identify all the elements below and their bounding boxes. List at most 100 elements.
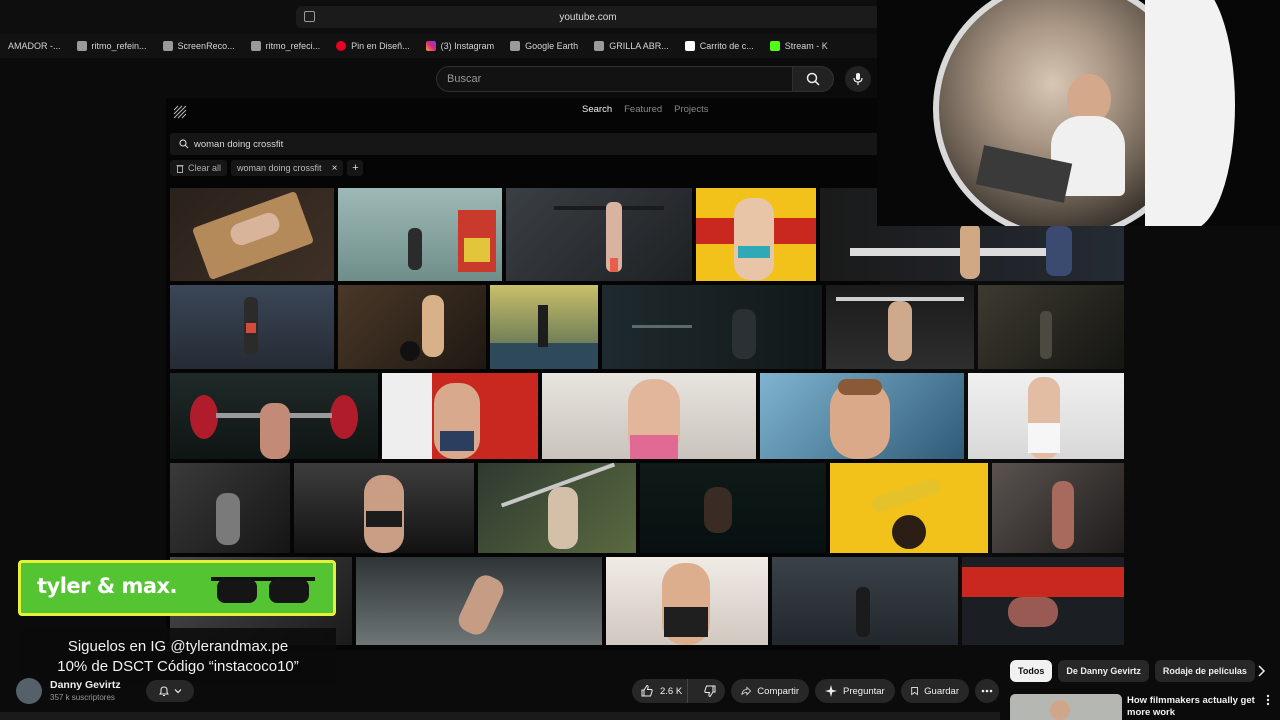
result-thumbnail[interactable] bbox=[478, 463, 636, 553]
add-filter-button[interactable]: + bbox=[347, 160, 364, 176]
channel-name[interactable]: Danny Gevirtz bbox=[50, 679, 121, 691]
bookmark-label: Carrito de c... bbox=[699, 41, 754, 51]
result-thumbnail[interactable] bbox=[490, 285, 598, 369]
bookmark-item[interactable]: (3) Instagram bbox=[418, 34, 503, 58]
microphone-icon bbox=[853, 73, 863, 85]
globe-icon bbox=[594, 41, 605, 51]
sponsor-banner: tyler & max. bbox=[18, 560, 336, 616]
result-thumbnail[interactable] bbox=[978, 285, 1124, 369]
result-thumbnail[interactable] bbox=[602, 285, 822, 369]
globe-icon bbox=[162, 41, 173, 51]
ask-label: Preguntar bbox=[843, 685, 885, 697]
ask-button[interactable]: Preguntar bbox=[815, 679, 895, 703]
result-thumbnail[interactable] bbox=[294, 463, 474, 553]
bell-icon bbox=[159, 686, 169, 696]
webcam-overlay bbox=[877, 0, 1280, 226]
browser-top-bar: youtube.com bbox=[0, 0, 880, 34]
chip-from-channel[interactable]: De Danny Gevirtz bbox=[1058, 660, 1149, 682]
related-filter-chips: Todos De Danny Gevirtz Rodaje de películ… bbox=[1010, 660, 1255, 682]
result-thumbnail[interactable] bbox=[356, 557, 602, 645]
result-thumbnail[interactable] bbox=[170, 188, 334, 281]
amazon-icon bbox=[684, 41, 695, 51]
chip-all[interactable]: Todos bbox=[1010, 660, 1053, 682]
bookmark-item[interactable]: AMADOR -... bbox=[0, 34, 69, 58]
bookmark-item[interactable]: Stream - K bbox=[762, 34, 836, 58]
bookmark-label: AMADOR -... bbox=[8, 41, 61, 51]
recommended-video-thumbnail[interactable] bbox=[1010, 694, 1122, 720]
sponsor-caption: Siguelos en IG @tylerandmax.pe 10% de DS… bbox=[20, 628, 336, 686]
bookmark-icon bbox=[911, 687, 918, 696]
more-actions-button[interactable] bbox=[975, 679, 999, 703]
description-box[interactable] bbox=[0, 712, 1000, 720]
filter-bar: Clear all woman doing crossfit × + bbox=[170, 160, 364, 176]
address-bar[interactable]: youtube.com bbox=[296, 6, 880, 28]
result-thumbnail[interactable] bbox=[830, 463, 988, 553]
sponsor-logo: tyler & max. bbox=[37, 574, 178, 598]
bookmarks-bar: AMADOR -... ritmo_refein... ScreenReco..… bbox=[0, 34, 880, 58]
dislike-button[interactable] bbox=[694, 679, 725, 703]
bookmark-item[interactable]: GRILLA ABR... bbox=[586, 34, 677, 58]
more-vertical-icon[interactable] bbox=[1266, 694, 1270, 706]
bookmark-item[interactable]: Carrito de c... bbox=[677, 34, 762, 58]
search-input[interactable]: Buscar bbox=[436, 66, 792, 92]
notifications-button[interactable] bbox=[146, 680, 194, 702]
result-thumbnail[interactable] bbox=[542, 373, 756, 459]
result-thumbnail[interactable] bbox=[338, 188, 502, 281]
bookmark-label: ritmo_refein... bbox=[91, 41, 147, 51]
clear-all-button[interactable]: Clear all bbox=[170, 160, 228, 176]
filter-tag[interactable]: woman doing crossfit × bbox=[231, 160, 344, 176]
avatar[interactable] bbox=[16, 678, 42, 704]
chip-filmmaking[interactable]: Rodaje de películas bbox=[1154, 660, 1255, 682]
result-thumbnail[interactable] bbox=[968, 373, 1124, 459]
result-thumbnail[interactable] bbox=[760, 373, 964, 459]
sunglasses-icon bbox=[211, 577, 315, 603]
nav-projects[interactable]: Projects bbox=[674, 104, 708, 115]
bookmark-label: ritmo_refeci... bbox=[265, 41, 321, 51]
result-thumbnail[interactable] bbox=[826, 285, 974, 369]
like-button[interactable]: 2.6 K bbox=[632, 679, 689, 703]
search-button[interactable] bbox=[792, 66, 834, 92]
bookmark-label: Stream - K bbox=[784, 41, 828, 51]
bookmark-label: Google Earth bbox=[525, 41, 579, 51]
result-thumbnail[interactable] bbox=[170, 285, 334, 369]
bookmark-label: ScreenReco... bbox=[177, 41, 235, 51]
result-thumbnail[interactable] bbox=[382, 373, 538, 459]
bookmark-label: (3) Instagram bbox=[440, 41, 495, 51]
save-button[interactable]: Guardar bbox=[901, 679, 969, 703]
remove-tag-icon[interactable]: × bbox=[332, 163, 338, 174]
chevron-right-icon[interactable] bbox=[1256, 664, 1266, 678]
share-button[interactable]: Compartir bbox=[731, 679, 809, 703]
subscriber-count: 357 k suscriptores bbox=[50, 693, 115, 702]
footage-search-input[interactable]: woman doing crossfit bbox=[170, 133, 880, 155]
nav-search[interactable]: Search bbox=[582, 104, 612, 115]
bookmark-item[interactable]: ritmo_refein... bbox=[69, 34, 155, 58]
voice-search-button[interactable] bbox=[845, 66, 871, 92]
filter-tag-label: woman doing crossfit bbox=[237, 163, 322, 173]
search-icon bbox=[806, 72, 820, 86]
result-thumbnail[interactable] bbox=[772, 557, 958, 645]
bookmark-item[interactable]: ScreenReco... bbox=[155, 34, 243, 58]
bookmark-item[interactable]: ritmo_refeci... bbox=[243, 34, 329, 58]
search-icon bbox=[179, 139, 189, 149]
result-thumbnail[interactable] bbox=[338, 285, 486, 369]
thumbs-down-icon bbox=[704, 685, 716, 698]
share-label: Compartir bbox=[757, 685, 799, 697]
result-thumbnail[interactable] bbox=[170, 373, 378, 459]
result-thumbnail[interactable] bbox=[992, 463, 1124, 553]
more-horizontal-icon bbox=[981, 689, 993, 693]
bookmark-item[interactable]: Google Earth bbox=[502, 34, 586, 58]
result-thumbnail[interactable] bbox=[640, 463, 826, 553]
result-thumbnail[interactable] bbox=[696, 188, 816, 281]
recommended-video-title[interactable]: How filmmakers actually get more work bbox=[1127, 695, 1255, 719]
site-info-icon[interactable] bbox=[304, 11, 315, 22]
app-nav: Search Featured Projects bbox=[582, 104, 708, 115]
result-thumbnail[interactable] bbox=[170, 463, 290, 553]
sponsor-line-1: Siguelos en IG @tylerandmax.pe bbox=[67, 638, 289, 655]
result-thumbnail[interactable] bbox=[962, 557, 1124, 645]
result-thumbnail[interactable] bbox=[506, 188, 692, 281]
pinterest-icon bbox=[336, 41, 347, 51]
globe-icon bbox=[76, 41, 87, 51]
nav-featured[interactable]: Featured bbox=[624, 104, 662, 115]
bookmark-item[interactable]: Pin en Diseñ... bbox=[328, 34, 418, 58]
result-thumbnail[interactable] bbox=[606, 557, 768, 645]
